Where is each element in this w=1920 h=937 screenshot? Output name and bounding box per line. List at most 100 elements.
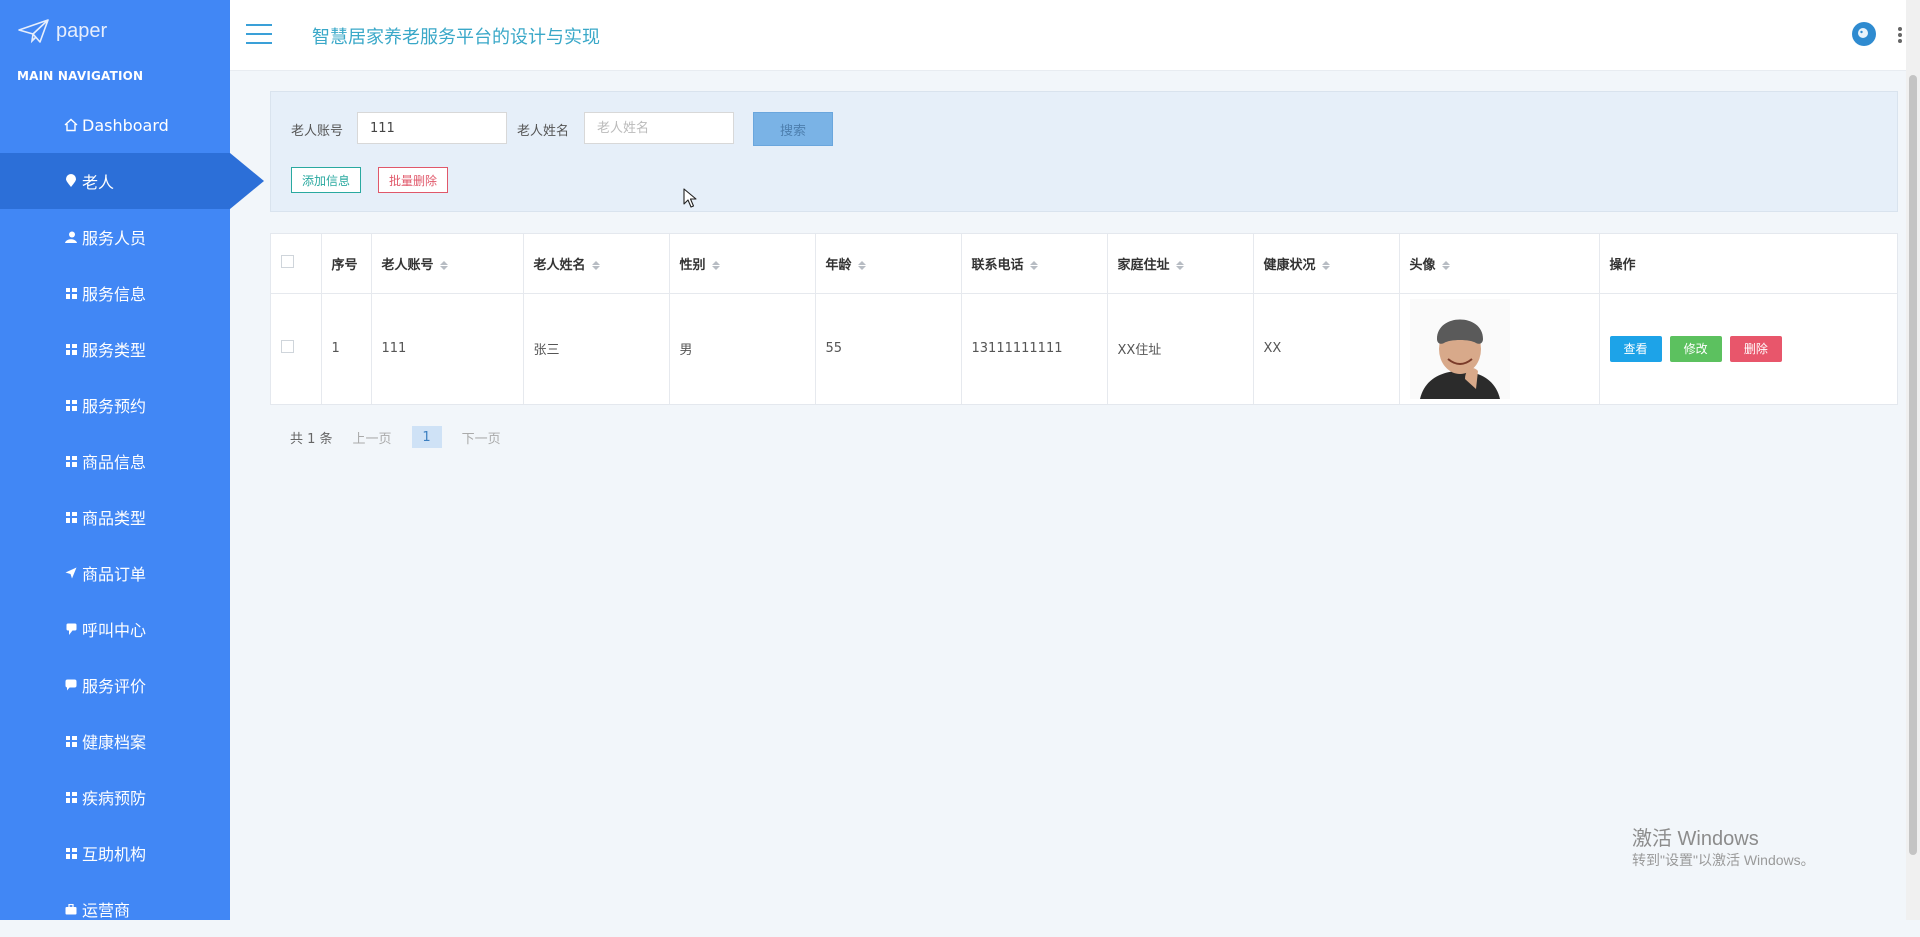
sidebar-item-label: 服务预约: [82, 397, 147, 416]
elderly-table: 序号 老人账号 老人姓名 性别 年龄 联系电话 家庭住址 健康状况 头像 操作 …: [270, 233, 1898, 405]
account-search-input[interactable]: [357, 112, 507, 144]
grid-icon: [64, 734, 78, 748]
activation-watermark-subtitle: 转到"设置"以激活 Windows。: [1632, 852, 1815, 868]
grid-icon: [64, 454, 78, 468]
sidebar-item-label: 疾病预防: [82, 789, 147, 808]
sort-icon[interactable]: [711, 260, 720, 270]
sidebar-item-product-order[interactable]: 商品订单: [0, 545, 230, 601]
column-header-address[interactable]: 家庭住址: [1107, 234, 1254, 293]
header-label: 性别: [679, 257, 706, 273]
sidebar-item-label: 商品信息: [82, 453, 147, 472]
chat-icon: [64, 678, 78, 692]
column-header-phone[interactable]: 联系电话: [961, 234, 1108, 293]
paper-plane-icon: [18, 19, 49, 44]
sort-icon[interactable]: [591, 260, 600, 270]
brand-logo[interactable]: paper: [18, 14, 107, 48]
sidebar-item-operator[interactable]: 运营商: [0, 881, 230, 937]
cell-name: 张三: [523, 293, 670, 404]
view-button[interactable]: 查看: [1609, 335, 1662, 362]
grid-icon: [64, 790, 78, 804]
sidebar-item-disease-prevention[interactable]: 疾病预防: [0, 769, 230, 825]
account-label: 老人账号: [291, 124, 344, 139]
edit-button[interactable]: 修改: [1669, 335, 1722, 362]
grid-icon: [64, 510, 78, 524]
sort-icon[interactable]: [1175, 260, 1184, 270]
column-header-account[interactable]: 老人账号: [371, 234, 524, 293]
send-icon: [64, 566, 78, 580]
sidebar-item-label: 商品订单: [82, 565, 147, 584]
select-all-checkbox[interactable]: [281, 254, 294, 268]
pagination: 共 1 条 上一页 1 下一页: [290, 426, 521, 448]
sidebar-item-label: 服务人员: [82, 229, 147, 248]
sidebar-item-label: Dashboard: [82, 115, 169, 135]
sidebar-item-service-type[interactable]: 服务类型: [0, 321, 230, 377]
menu-toggle-icon[interactable]: [246, 24, 272, 44]
sidebar-item-staff[interactable]: 服务人员: [0, 209, 230, 265]
vertical-scrollbar[interactable]: [1906, 0, 1920, 920]
sidebar-item-label: 呼叫中心: [82, 621, 147, 640]
sidebar-item-label: 服务信息: [82, 285, 147, 304]
sidebar-item-label: 互助机构: [82, 845, 147, 864]
column-header-actions: 操作: [1599, 234, 1897, 293]
sidebar-item-label: 服务类型: [82, 341, 147, 360]
sidebar-item-health-record[interactable]: 健康档案: [0, 713, 230, 769]
column-header-gender[interactable]: 性别: [669, 234, 816, 293]
sort-icon[interactable]: [1029, 260, 1038, 270]
prev-page-link[interactable]: 上一页: [353, 428, 392, 447]
comment-icon: [64, 622, 78, 636]
header-label: 老人账号: [381, 257, 434, 273]
sidebar: paper MAIN NAVIGATION Dashboard 老人 服务人员 …: [0, 0, 264, 920]
name-label: 老人姓名: [517, 124, 570, 139]
sidebar-item-mutual-aid[interactable]: 互助机构: [0, 825, 230, 881]
sort-icon[interactable]: [857, 260, 866, 270]
next-page-link[interactable]: 下一页: [462, 428, 501, 447]
cell-account: 111: [371, 293, 524, 404]
column-header-avatar[interactable]: 头像: [1399, 234, 1600, 293]
activation-watermark-title: 激活 Windows: [1632, 828, 1759, 850]
column-header-name[interactable]: 老人姓名: [523, 234, 670, 293]
nav-header: MAIN NAVIGATION: [17, 69, 144, 83]
row-checkbox[interactable]: [281, 340, 294, 354]
cell-health: XX: [1253, 293, 1400, 404]
current-page-button[interactable]: 1: [411, 426, 442, 448]
sort-icon[interactable]: [1441, 260, 1450, 270]
grid-icon: [64, 846, 78, 860]
batch-delete-button[interactable]: 批量删除: [378, 167, 449, 193]
sidebar-item-label: 服务评价: [82, 677, 147, 696]
pagination-total: 共 1 条: [290, 431, 333, 447]
elderly-photo: [1409, 298, 1510, 399]
sidebar-item-label: 健康档案: [82, 733, 147, 752]
sidebar-item-service-booking[interactable]: 服务预约: [0, 377, 230, 433]
cell-phone: 13111111111: [961, 293, 1108, 404]
sidebar-item-product-type[interactable]: 商品类型: [0, 489, 230, 545]
cell-index: 1: [321, 293, 372, 404]
row-select-cell: [271, 293, 322, 404]
table-header-row: 序号 老人账号 老人姓名 性别 年龄 联系电话 家庭住址 健康状况 头像 操作: [271, 234, 1897, 293]
sidebar-item-label: 运营商: [82, 901, 131, 920]
sidebar-item-product-info[interactable]: 商品信息: [0, 433, 230, 489]
sidebar-item-label: 商品类型: [82, 509, 147, 528]
cell-address: XX住址: [1107, 293, 1254, 404]
header-label: 序号: [331, 257, 358, 273]
scrollbar-thumb[interactable]: [1909, 75, 1917, 855]
sort-icon[interactable]: [439, 260, 448, 270]
delete-button[interactable]: 删除: [1729, 335, 1782, 362]
name-search-input[interactable]: [584, 112, 734, 144]
user-icon: [64, 230, 78, 244]
sidebar-item-elderly[interactable]: 老人: [0, 153, 264, 209]
sort-icon[interactable]: [1321, 260, 1330, 270]
column-header-age[interactable]: 年龄: [815, 234, 962, 293]
column-header-health[interactable]: 健康状况: [1253, 234, 1400, 293]
cell-actions: 查看 修改 删除: [1599, 293, 1897, 404]
sidebar-item-call-center[interactable]: 呼叫中心: [0, 601, 230, 657]
more-options-icon[interactable]: [1898, 27, 1902, 43]
sidebar-item-service-review[interactable]: 服务评价: [0, 657, 230, 713]
map-pin-icon: [64, 174, 78, 188]
search-button[interactable]: 搜索: [753, 112, 833, 146]
sidebar-item-dashboard[interactable]: Dashboard: [0, 97, 230, 153]
briefcase-icon: [64, 902, 78, 916]
user-avatar[interactable]: [1852, 22, 1876, 46]
add-info-button[interactable]: 添加信息: [291, 167, 362, 193]
sidebar-item-service-info[interactable]: 服务信息: [0, 265, 230, 321]
cell-age: 55: [815, 293, 962, 404]
